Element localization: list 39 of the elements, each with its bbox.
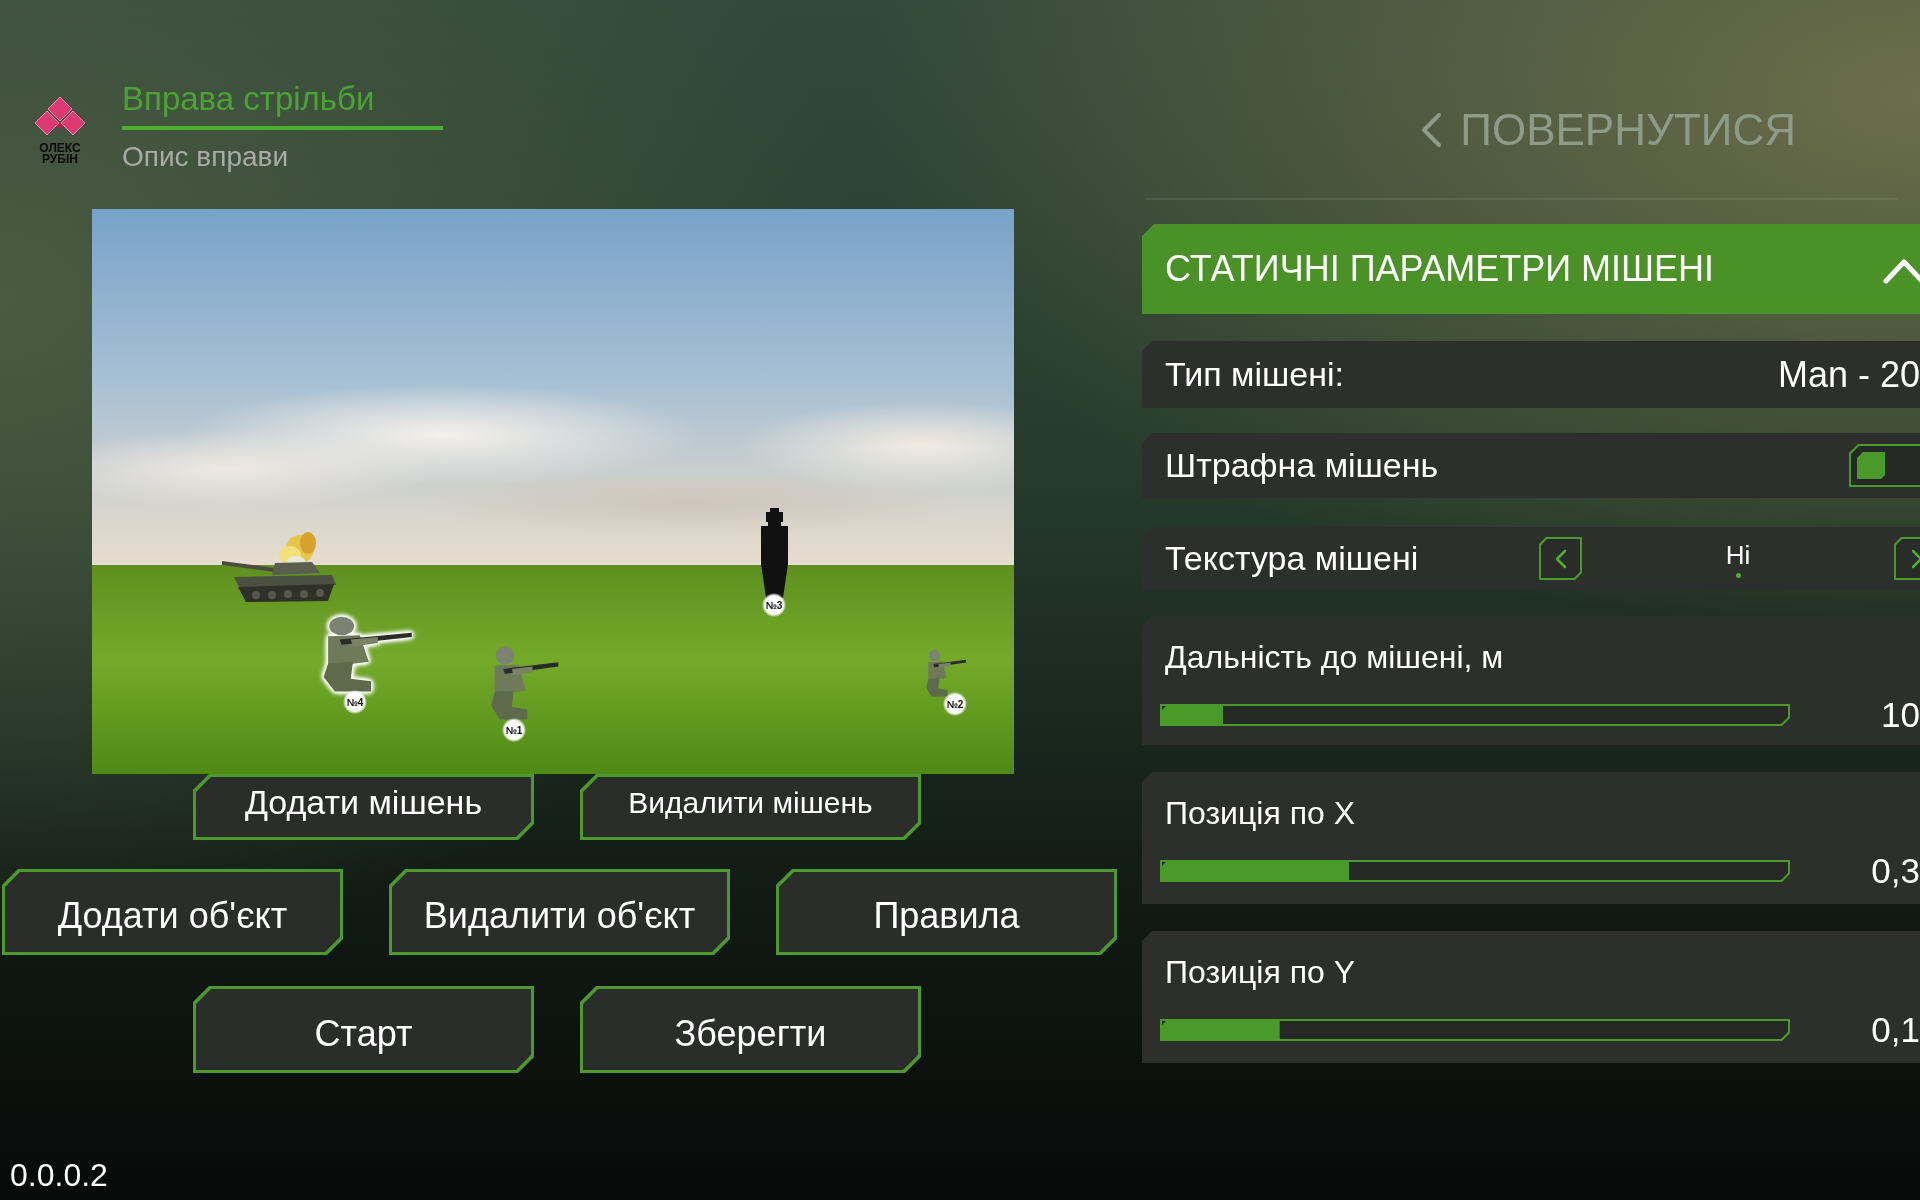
silhouette-target-icon[interactable] <box>759 508 790 600</box>
slider-value: 0,3 <box>1871 851 1920 891</box>
parameter-label: Тип мішені: <box>1165 354 1344 395</box>
parameter-label: Штрафна мішень <box>1165 445 1439 486</box>
burning-tank-icon[interactable] <box>220 531 338 602</box>
chevron-left-icon <box>1554 548 1567 569</box>
action-button[interactable]: Зберегти <box>580 986 921 1073</box>
parameter-label: Дальність до мішені, м <box>1165 638 1504 676</box>
previous-button[interactable] <box>1539 537 1582 580</box>
logo-text: ОЛЕКС РУБІН <box>39 143 81 165</box>
parameter-label: Текстура мішені <box>1165 538 1420 579</box>
action-button[interactable]: Додати об'єкт <box>2 869 343 955</box>
chevron-right-icon <box>1912 548 1920 569</box>
action-button[interactable]: Видалити об'єкт <box>389 869 730 955</box>
parameter-label: Позиція по Y <box>1165 953 1355 991</box>
toggle-switch[interactable] <box>1849 444 1920 487</box>
slider-track[interactable] <box>1160 860 1790 882</box>
slider-value: 10 <box>1881 695 1920 735</box>
tab[interactable]: Опис вправи <box>122 140 443 186</box>
slider-value: 0,1 <box>1871 1010 1920 1050</box>
target-number: №4 <box>343 690 367 714</box>
chevron-left-icon <box>1420 112 1443 148</box>
section-header[interactable]: СТАТИЧНІ ПАРАМЕТРИ МІШЕНІ <box>1142 224 1920 314</box>
action-button[interactable]: Правила <box>776 869 1117 955</box>
target-number: №1 <box>502 718 526 742</box>
next-button[interactable] <box>1894 537 1920 580</box>
logo-icon <box>34 97 86 137</box>
target-number: №3 <box>762 593 786 617</box>
action-button[interactable]: Старт <box>193 986 534 1073</box>
parameter-value: Man - 20 <box>1777 352 1920 397</box>
target-number: №2 <box>943 692 967 716</box>
action-button[interactable]: Видалити мішень <box>580 774 921 840</box>
slider-track[interactable] <box>1160 1019 1790 1041</box>
selector-value: Ні <box>1725 539 1751 570</box>
parameter-label: Позиція по X <box>1165 794 1355 832</box>
version-label: 0.0.0.2 <box>10 1156 108 1194</box>
indicator-dot-icon <box>1735 572 1741 578</box>
action-button[interactable]: Додати мішень <box>193 774 534 840</box>
slider-track[interactable] <box>1160 704 1790 726</box>
